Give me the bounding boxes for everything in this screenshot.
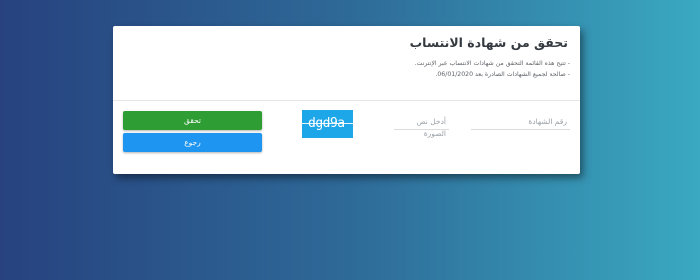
note-line-1: - تتيح هذه القائمة التحقق من شهادات الان… bbox=[414, 60, 570, 67]
notes: - تتيح هذه القائمة التحقق من شهادات الان… bbox=[415, 58, 570, 80]
captcha-strike-line bbox=[302, 123, 353, 124]
captcha-text-input[interactable]: أدخل نص الصورة bbox=[394, 116, 449, 138]
verify-button[interactable]: تحقق bbox=[123, 111, 262, 130]
page-title: تحقق من شهادة الانتساب bbox=[409, 35, 568, 50]
note-line-2: - صالحة لجميع الشهادات الصادرة بعد 06/01… bbox=[435, 71, 570, 78]
back-button[interactable]: رجوع bbox=[123, 133, 262, 152]
certificate-number-input[interactable]: رقم الشهادة bbox=[471, 116, 570, 130]
divider bbox=[113, 100, 580, 101]
captcha-image: dgd9a bbox=[302, 110, 353, 138]
verification-card: تحقق من شهادة الانتساب - تتيح هذه القائم… bbox=[113, 26, 580, 174]
